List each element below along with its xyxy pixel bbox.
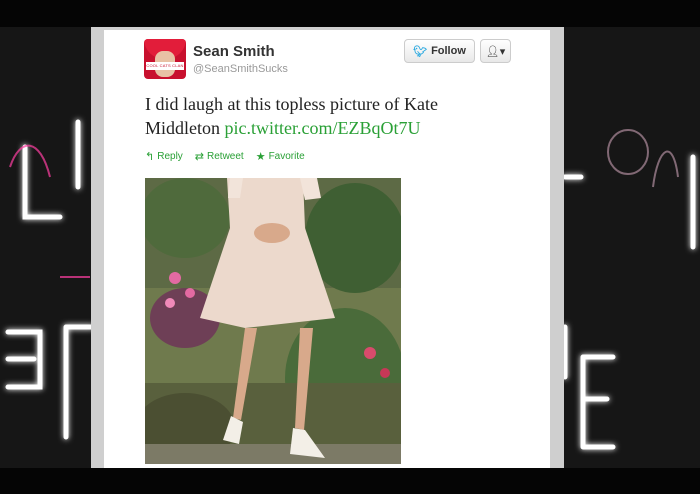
- tweet-link[interactable]: pic.twitter.com/EZBqOt7U: [225, 118, 421, 138]
- user-caret-icon: 👤︎▾: [485, 45, 506, 58]
- reply-icon: ↰: [145, 150, 155, 163]
- author-name[interactable]: Sean Smith: [193, 43, 275, 60]
- avatar[interactable]: COOL CATS CLAN: [144, 39, 186, 79]
- bottom-letterbox-bar: [0, 468, 700, 494]
- tweet-photo[interactable]: [145, 178, 401, 464]
- favorite-action[interactable]: ★ Favorite: [256, 149, 305, 163]
- star-icon: ★: [255, 150, 266, 163]
- retweet-action[interactable]: ⇄ Retweet: [195, 149, 244, 163]
- author-handle[interactable]: @SeanSmithSucks: [193, 63, 288, 75]
- retweet-icon: ⇄: [194, 150, 205, 163]
- user-menu-button[interactable]: 👤︎▾: [480, 39, 511, 63]
- retweet-label: Retweet: [207, 150, 244, 162]
- background-right: [563, 27, 700, 468]
- background-left: [0, 27, 93, 468]
- reply-label: Reply: [157, 150, 183, 162]
- twitter-bird-icon: 🐦︎: [413, 45, 428, 58]
- reply-action[interactable]: ↰ Reply: [145, 149, 183, 163]
- tweet-text: I did laugh at this topless picture of K…: [145, 92, 505, 140]
- neon-graffiti-right: [563, 129, 696, 450]
- tweet-card: COOL CATS CLAN Sean Smith @SeanSmithSuck…: [104, 30, 550, 468]
- tweet-actions: ↰ Reply ⇄ Retweet ★ Favorite: [145, 149, 305, 163]
- top-letterbox-bar: [0, 0, 700, 27]
- avatar-caption: COOL CATS CLAN: [146, 62, 184, 70]
- photo-illustration: [145, 178, 401, 464]
- favorite-label: Favorite: [268, 150, 305, 162]
- follow-button-label: Follow: [431, 45, 466, 57]
- follow-button[interactable]: 🐦︎ Follow: [404, 39, 475, 63]
- neon-graffiti-left: [5, 119, 93, 440]
